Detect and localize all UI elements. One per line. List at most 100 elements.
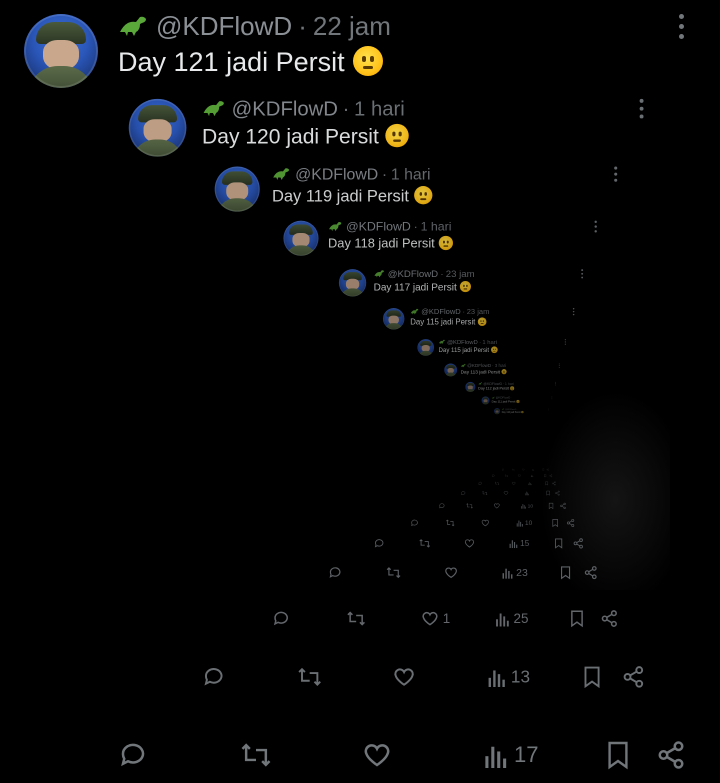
- author-handle[interactable]: @KDFlowD: [447, 338, 478, 345]
- share-button[interactable]: [584, 563, 598, 582]
- more-vertical-icon[interactable]: [614, 166, 618, 184]
- views-button[interactable]: 10: [516, 517, 532, 529]
- views-button[interactable]: [530, 474, 534, 478]
- avatar[interactable]: [493, 408, 501, 415]
- reply-button[interactable]: [118, 735, 148, 775]
- bookmark-button[interactable]: [546, 490, 550, 497]
- post-time[interactable]: 1 hari: [354, 97, 405, 120]
- bookmark-button[interactable]: [560, 563, 571, 582]
- like-button[interactable]: [362, 735, 398, 775]
- author-handle[interactable]: @KDFlowD: [388, 268, 438, 279]
- like-button[interactable]: [503, 490, 509, 497]
- views-button[interactable]: [532, 468, 535, 471]
- share-button[interactable]: [573, 536, 584, 551]
- avatar[interactable]: [417, 339, 435, 356]
- share-button[interactable]: [566, 517, 575, 529]
- share-button[interactable]: [656, 735, 686, 775]
- author-handle[interactable]: @KDFlowD: [483, 382, 502, 386]
- post-level-11[interactable]: @KDFlowD· Day 110 jadi Persit: [492, 407, 552, 472]
- post-time[interactable]: 1 hari: [482, 338, 497, 345]
- bookmark-button[interactable]: [552, 517, 559, 529]
- avatar[interactable]: [444, 363, 458, 377]
- post-time[interactable]: 23 jam: [446, 268, 475, 279]
- avatar[interactable]: [481, 396, 490, 405]
- avatar[interactable]: [382, 308, 405, 330]
- share-button[interactable]: [546, 468, 549, 471]
- like-button[interactable]: [518, 474, 522, 478]
- reply-button[interactable]: [502, 468, 504, 471]
- post-time[interactable]: 1 hari: [505, 382, 514, 386]
- reply-button[interactable]: [410, 517, 419, 529]
- repost-button[interactable]: [512, 468, 515, 471]
- more-vertical-icon[interactable]: [564, 339, 566, 345]
- more-vertical-icon[interactable]: [639, 98, 644, 121]
- views-button[interactable]: 17: [484, 735, 538, 775]
- reply-button[interactable]: [491, 474, 495, 478]
- more-vertical-icon[interactable]: [572, 308, 575, 316]
- bookmark-button[interactable]: [545, 481, 548, 486]
- share-button[interactable]: [622, 661, 645, 692]
- avatar[interactable]: [128, 98, 187, 157]
- bookmark-button[interactable]: [570, 606, 585, 630]
- post-time[interactable]: 22 jam: [313, 11, 391, 41]
- avatar[interactable]: [24, 14, 98, 88]
- views-button[interactable]: 23: [502, 563, 528, 582]
- repost-button[interactable]: [386, 563, 401, 582]
- bookmark-button[interactable]: [542, 468, 545, 471]
- bookmark-button[interactable]: [554, 536, 563, 551]
- repost-button[interactable]: [446, 517, 455, 529]
- repost-button[interactable]: [495, 481, 500, 486]
- bookmark-button[interactable]: [544, 474, 547, 478]
- repost-button[interactable]: [504, 474, 508, 478]
- repost-button[interactable]: [466, 501, 473, 510]
- repost-button[interactable]: [419, 536, 431, 551]
- share-button[interactable]: [560, 501, 567, 510]
- reply-button[interactable]: [202, 661, 225, 692]
- like-button[interactable]: [481, 517, 491, 529]
- author-handle[interactable]: @KDFlowD: [346, 219, 411, 233]
- share-button[interactable]: [600, 606, 618, 630]
- like-button[interactable]: 1: [421, 606, 450, 630]
- more-vertical-icon[interactable]: [678, 14, 684, 42]
- author-handle[interactable]: @KDFlowD: [295, 165, 378, 183]
- avatar[interactable]: [338, 269, 367, 297]
- author-handle[interactable]: @KDFlowD: [467, 363, 491, 368]
- bookmark-button[interactable]: [606, 735, 630, 775]
- like-button[interactable]: [392, 661, 420, 692]
- repost-button[interactable]: [240, 735, 272, 775]
- more-vertical-icon[interactable]: [581, 269, 584, 279]
- repost-button[interactable]: [482, 490, 488, 497]
- views-button[interactable]: 13: [488, 661, 530, 692]
- like-button[interactable]: [511, 481, 517, 486]
- author-handle[interactable]: @KDFlowD: [156, 11, 292, 41]
- views-button[interactable]: 25: [495, 606, 528, 630]
- like-button[interactable]: [444, 563, 461, 582]
- repost-button[interactable]: [346, 606, 366, 630]
- post-time[interactable]: 1 hari: [421, 219, 452, 233]
- post-time[interactable]: 3 hari: [495, 363, 506, 368]
- avatar[interactable]: [214, 166, 260, 212]
- share-button[interactable]: [552, 481, 556, 486]
- like-button[interactable]: [493, 501, 501, 510]
- reply-button[interactable]: [272, 606, 290, 630]
- author-handle[interactable]: @KDFlowD: [421, 307, 460, 316]
- repost-button[interactable]: [297, 661, 322, 692]
- reply-button[interactable]: [328, 563, 342, 582]
- bookmark-button[interactable]: [548, 501, 554, 510]
- author-handle[interactable]: @KDFlowD: [232, 97, 338, 120]
- avatar[interactable]: [283, 220, 319, 256]
- reply-button[interactable]: [374, 536, 385, 551]
- share-button[interactable]: [549, 474, 553, 478]
- post-time[interactable]: 23 jam: [467, 307, 490, 316]
- more-vertical-icon[interactable]: [558, 363, 560, 368]
- like-button[interactable]: [522, 468, 525, 471]
- views-button[interactable]: [528, 481, 532, 486]
- like-button[interactable]: [464, 536, 477, 551]
- post-time[interactable]: 1 hari: [391, 165, 431, 183]
- more-vertical-icon[interactable]: [551, 396, 553, 400]
- share-button[interactable]: [555, 490, 560, 497]
- more-vertical-icon[interactable]: [555, 381, 556, 386]
- more-vertical-icon[interactable]: [594, 220, 597, 234]
- avatar[interactable]: [465, 381, 476, 393]
- reply-button[interactable]: [439, 501, 446, 510]
